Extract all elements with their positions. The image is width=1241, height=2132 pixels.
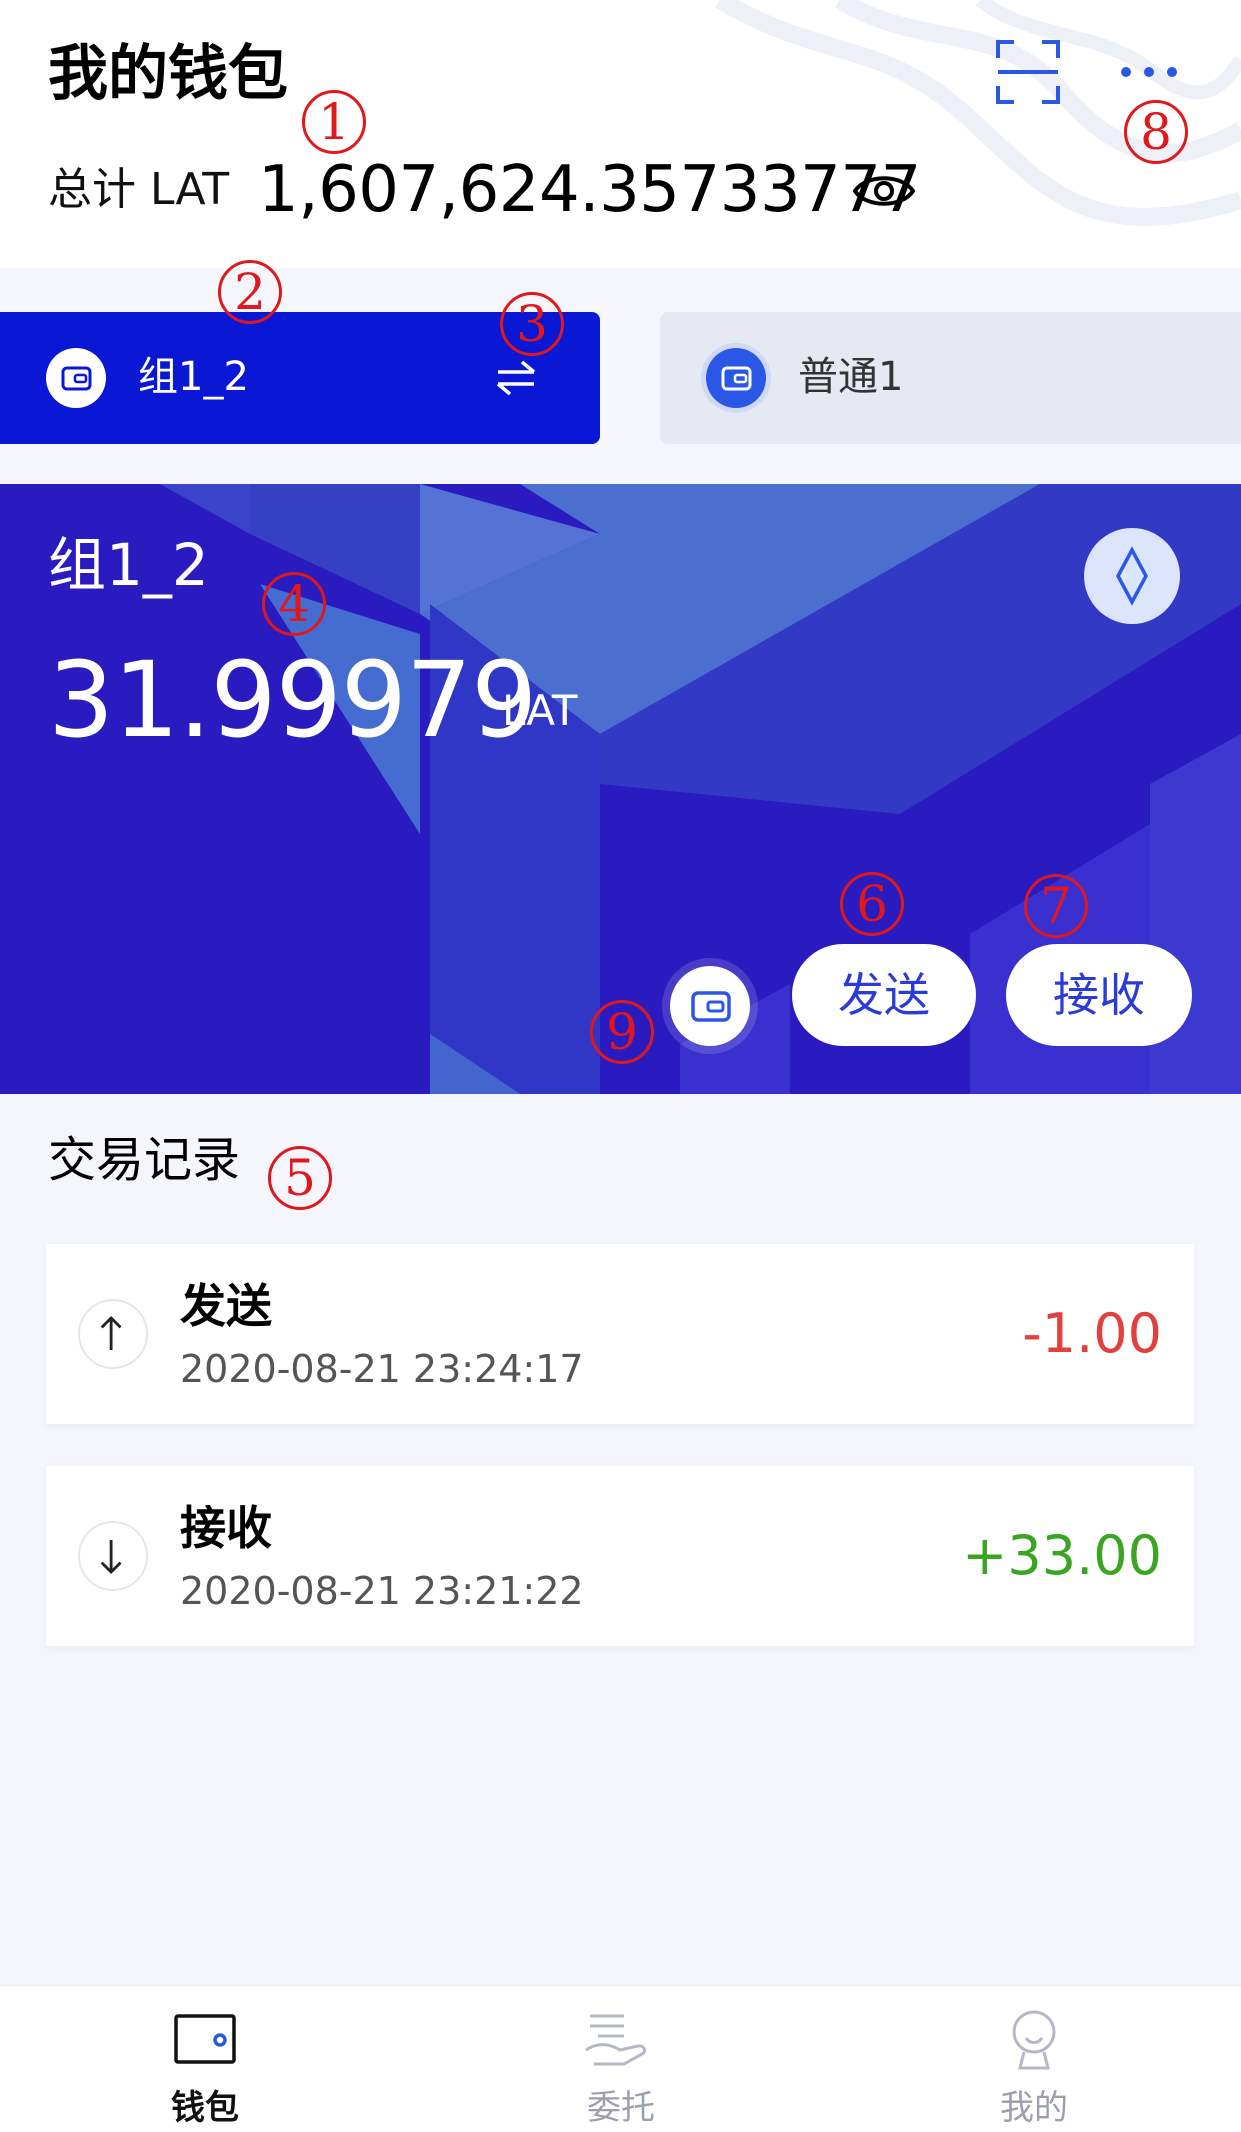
card-unit: LAT xyxy=(502,686,578,735)
annotation-marker: 7 xyxy=(1024,874,1088,938)
arrow-up-icon xyxy=(78,1299,148,1369)
annotation-marker: 1 xyxy=(302,90,366,154)
send-button[interactable]: 发送 xyxy=(792,944,976,1046)
scan-icon[interactable] xyxy=(996,40,1060,104)
annotation-marker: 3 xyxy=(500,292,564,356)
nav-item-delegate[interactable]: 委托 xyxy=(551,2088,691,2128)
receive-button[interactable]: 接收 xyxy=(1006,944,1192,1046)
profile-icon[interactable] xyxy=(1006,2008,1062,2072)
annotation-marker: 5 xyxy=(268,1146,332,1210)
total-label: 总计 LAT xyxy=(48,164,230,215)
transaction-amount: -1.00 xyxy=(1022,1302,1162,1365)
annotation-marker: 9 xyxy=(590,1000,654,1064)
more-icon[interactable] xyxy=(1118,62,1180,82)
annotation-marker: 8 xyxy=(1124,100,1188,164)
annotation-marker: 2 xyxy=(218,260,282,324)
arrow-down-icon xyxy=(78,1521,148,1591)
wallet-icon[interactable] xyxy=(174,2014,236,2064)
wallet-icon xyxy=(706,348,766,408)
wallet-manage-button[interactable] xyxy=(670,966,750,1046)
nav-item-mine[interactable]: 我的 xyxy=(964,2088,1104,2128)
annotation-marker: 4 xyxy=(262,572,326,636)
nav-item-wallet[interactable]: 钱包 xyxy=(135,2088,275,2128)
total-value: 1,607,624.35733777 xyxy=(258,153,921,227)
switch-icon[interactable] xyxy=(494,358,538,398)
card-wallet-name: 组1_2 xyxy=(48,531,209,599)
wallet-tab-label: 普通1 xyxy=(798,354,904,400)
diamond-icon[interactable] xyxy=(1084,528,1180,624)
page-title: 我的钱包 xyxy=(48,39,288,109)
records-title: 交易记录 xyxy=(48,1132,241,1188)
transaction-time: 2020-08-21 23:21:22 xyxy=(180,1569,584,1613)
delegate-hand-icon[interactable] xyxy=(584,2010,654,2068)
transaction-amount: +33.00 xyxy=(962,1524,1162,1587)
wallet-tab-label: 组1_2 xyxy=(138,354,249,400)
annotation-marker: 6 xyxy=(840,872,904,936)
card-balance: 31.99979 xyxy=(48,639,537,761)
eye-icon[interactable] xyxy=(852,168,916,214)
transaction-type: 接收 xyxy=(180,1501,272,1555)
wallet-icon xyxy=(46,348,106,408)
transaction-type: 发送 xyxy=(180,1279,272,1333)
transaction-time: 2020-08-21 23:24:17 xyxy=(180,1347,584,1391)
